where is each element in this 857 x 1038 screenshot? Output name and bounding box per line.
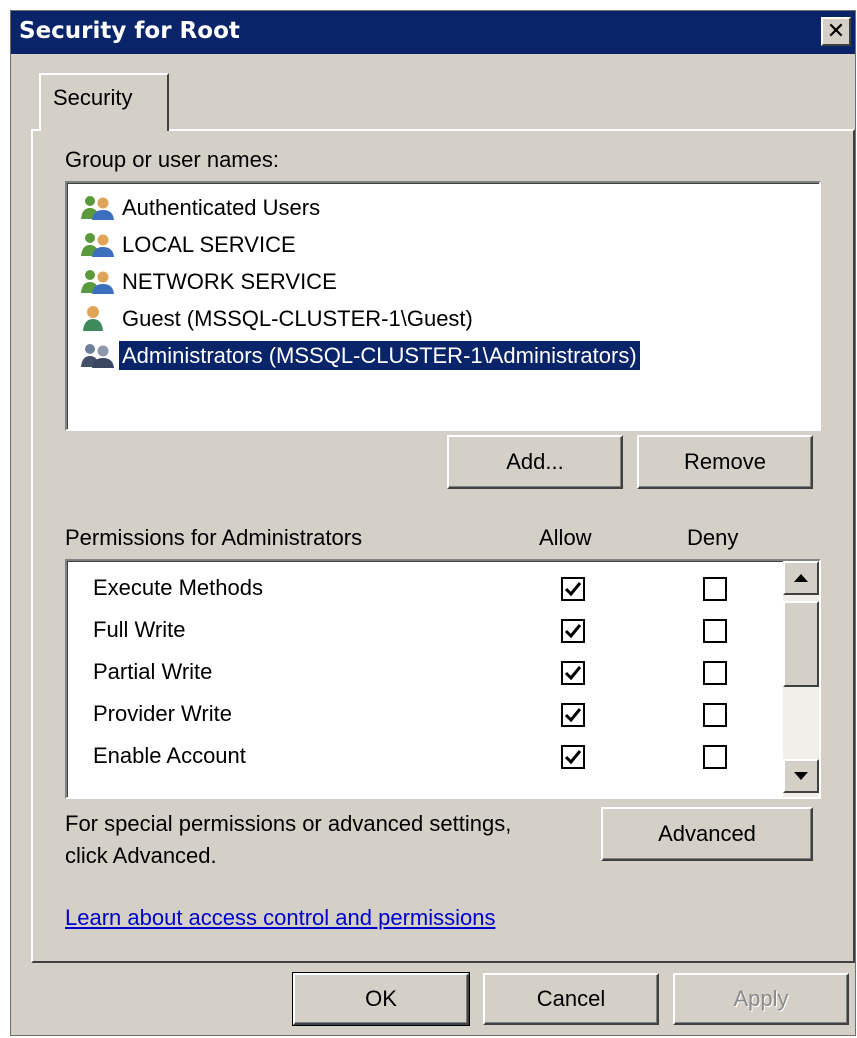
user-icon [79,304,119,334]
list-item[interactable]: Authenticated Users [67,189,819,226]
deny-column-header: Deny [687,525,739,550]
permissions-label: Permissions for Administrators [65,525,363,550]
arrow-up-icon [794,574,808,582]
advanced-button[interactable]: Advanced [601,807,813,861]
help-link[interactable]: Learn about access control and permissio… [65,905,495,931]
list-item-label: Administrators (MSSQL-CLUSTER-1\Administ… [119,341,640,370]
permission-row: Partial Write [67,653,779,695]
group-users-icon [79,230,119,260]
group-names-label: Group or user names: [65,147,279,172]
list-item[interactable]: Administrators (MSSQL-CLUSTER-1\Administ… [67,337,819,374]
permission-row: Full Write [67,611,779,653]
apply-button: Apply [673,973,849,1025]
title-bar[interactable]: Security for Root ✕ [11,11,855,54]
add-button[interactable]: Add... [447,435,623,489]
permission-name: Enable Account [93,743,246,768]
permissions-scrollbar[interactable] [783,561,819,797]
deny-checkbox[interactable] [703,661,727,685]
permission-name: Partial Write [93,659,213,684]
list-item-label: Guest (MSSQL-CLUSTER-1\Guest) [122,306,473,331]
deny-checkbox[interactable] [703,577,727,601]
cancel-button[interactable]: Cancel [483,973,659,1025]
deny-checkbox[interactable] [703,703,727,727]
window-title: Security for Root [19,18,240,44]
allow-column-header: Allow [539,525,592,550]
list-item[interactable]: LOCAL SERVICE [67,226,819,263]
remove-button[interactable]: Remove [637,435,813,489]
permission-row: Execute Methods [67,569,779,611]
list-item-label: LOCAL SERVICE [122,232,296,257]
close-icon: ✕ [826,18,846,43]
security-dialog: Security for Root ✕ Security Group or us… [10,10,856,1036]
deny-checkbox[interactable] [703,619,727,643]
permissions-list: Execute Methods Full Write Partial Write Pr… [65,559,821,799]
permission-name: Provider Write [93,701,232,726]
allow-checkbox[interactable] [561,661,585,685]
allow-checkbox[interactable] [561,619,585,643]
list-item-label: Authenticated Users [122,195,321,220]
scroll-up-button[interactable] [783,561,819,595]
scrollbar-thumb[interactable] [783,601,819,687]
advanced-hint-line1: For special permissions or advanced sett… [65,811,512,836]
allow-checkbox[interactable] [561,577,585,601]
advanced-hint-line2: click Advanced. [65,843,217,868]
scroll-down-button[interactable] [783,759,819,793]
allow-checkbox[interactable] [561,703,585,727]
permission-row: Enable Account [67,737,779,779]
group-user-list[interactable]: Authenticated Users LOCAL SERVICE NETWORK … [65,181,821,431]
allow-checkbox[interactable] [561,745,585,769]
group-users-icon [79,267,119,297]
list-item[interactable]: Guest (MSSQL-CLUSTER-1\Guest) [67,300,819,337]
list-item[interactable]: NETWORK SERVICE [67,263,819,300]
deny-checkbox[interactable] [703,745,727,769]
group-users-icon [79,193,119,223]
permission-row: Provider Write [67,695,779,737]
list-item-label: NETWORK SERVICE [122,269,337,294]
tab-security[interactable]: Security [39,73,169,131]
ok-button[interactable]: OK [292,972,470,1026]
close-button[interactable]: ✕ [821,17,851,46]
permission-name: Execute Methods [93,575,263,600]
arrow-down-icon [794,772,808,780]
permission-name: Full Write [93,617,186,642]
admin-group-icon [79,341,119,371]
